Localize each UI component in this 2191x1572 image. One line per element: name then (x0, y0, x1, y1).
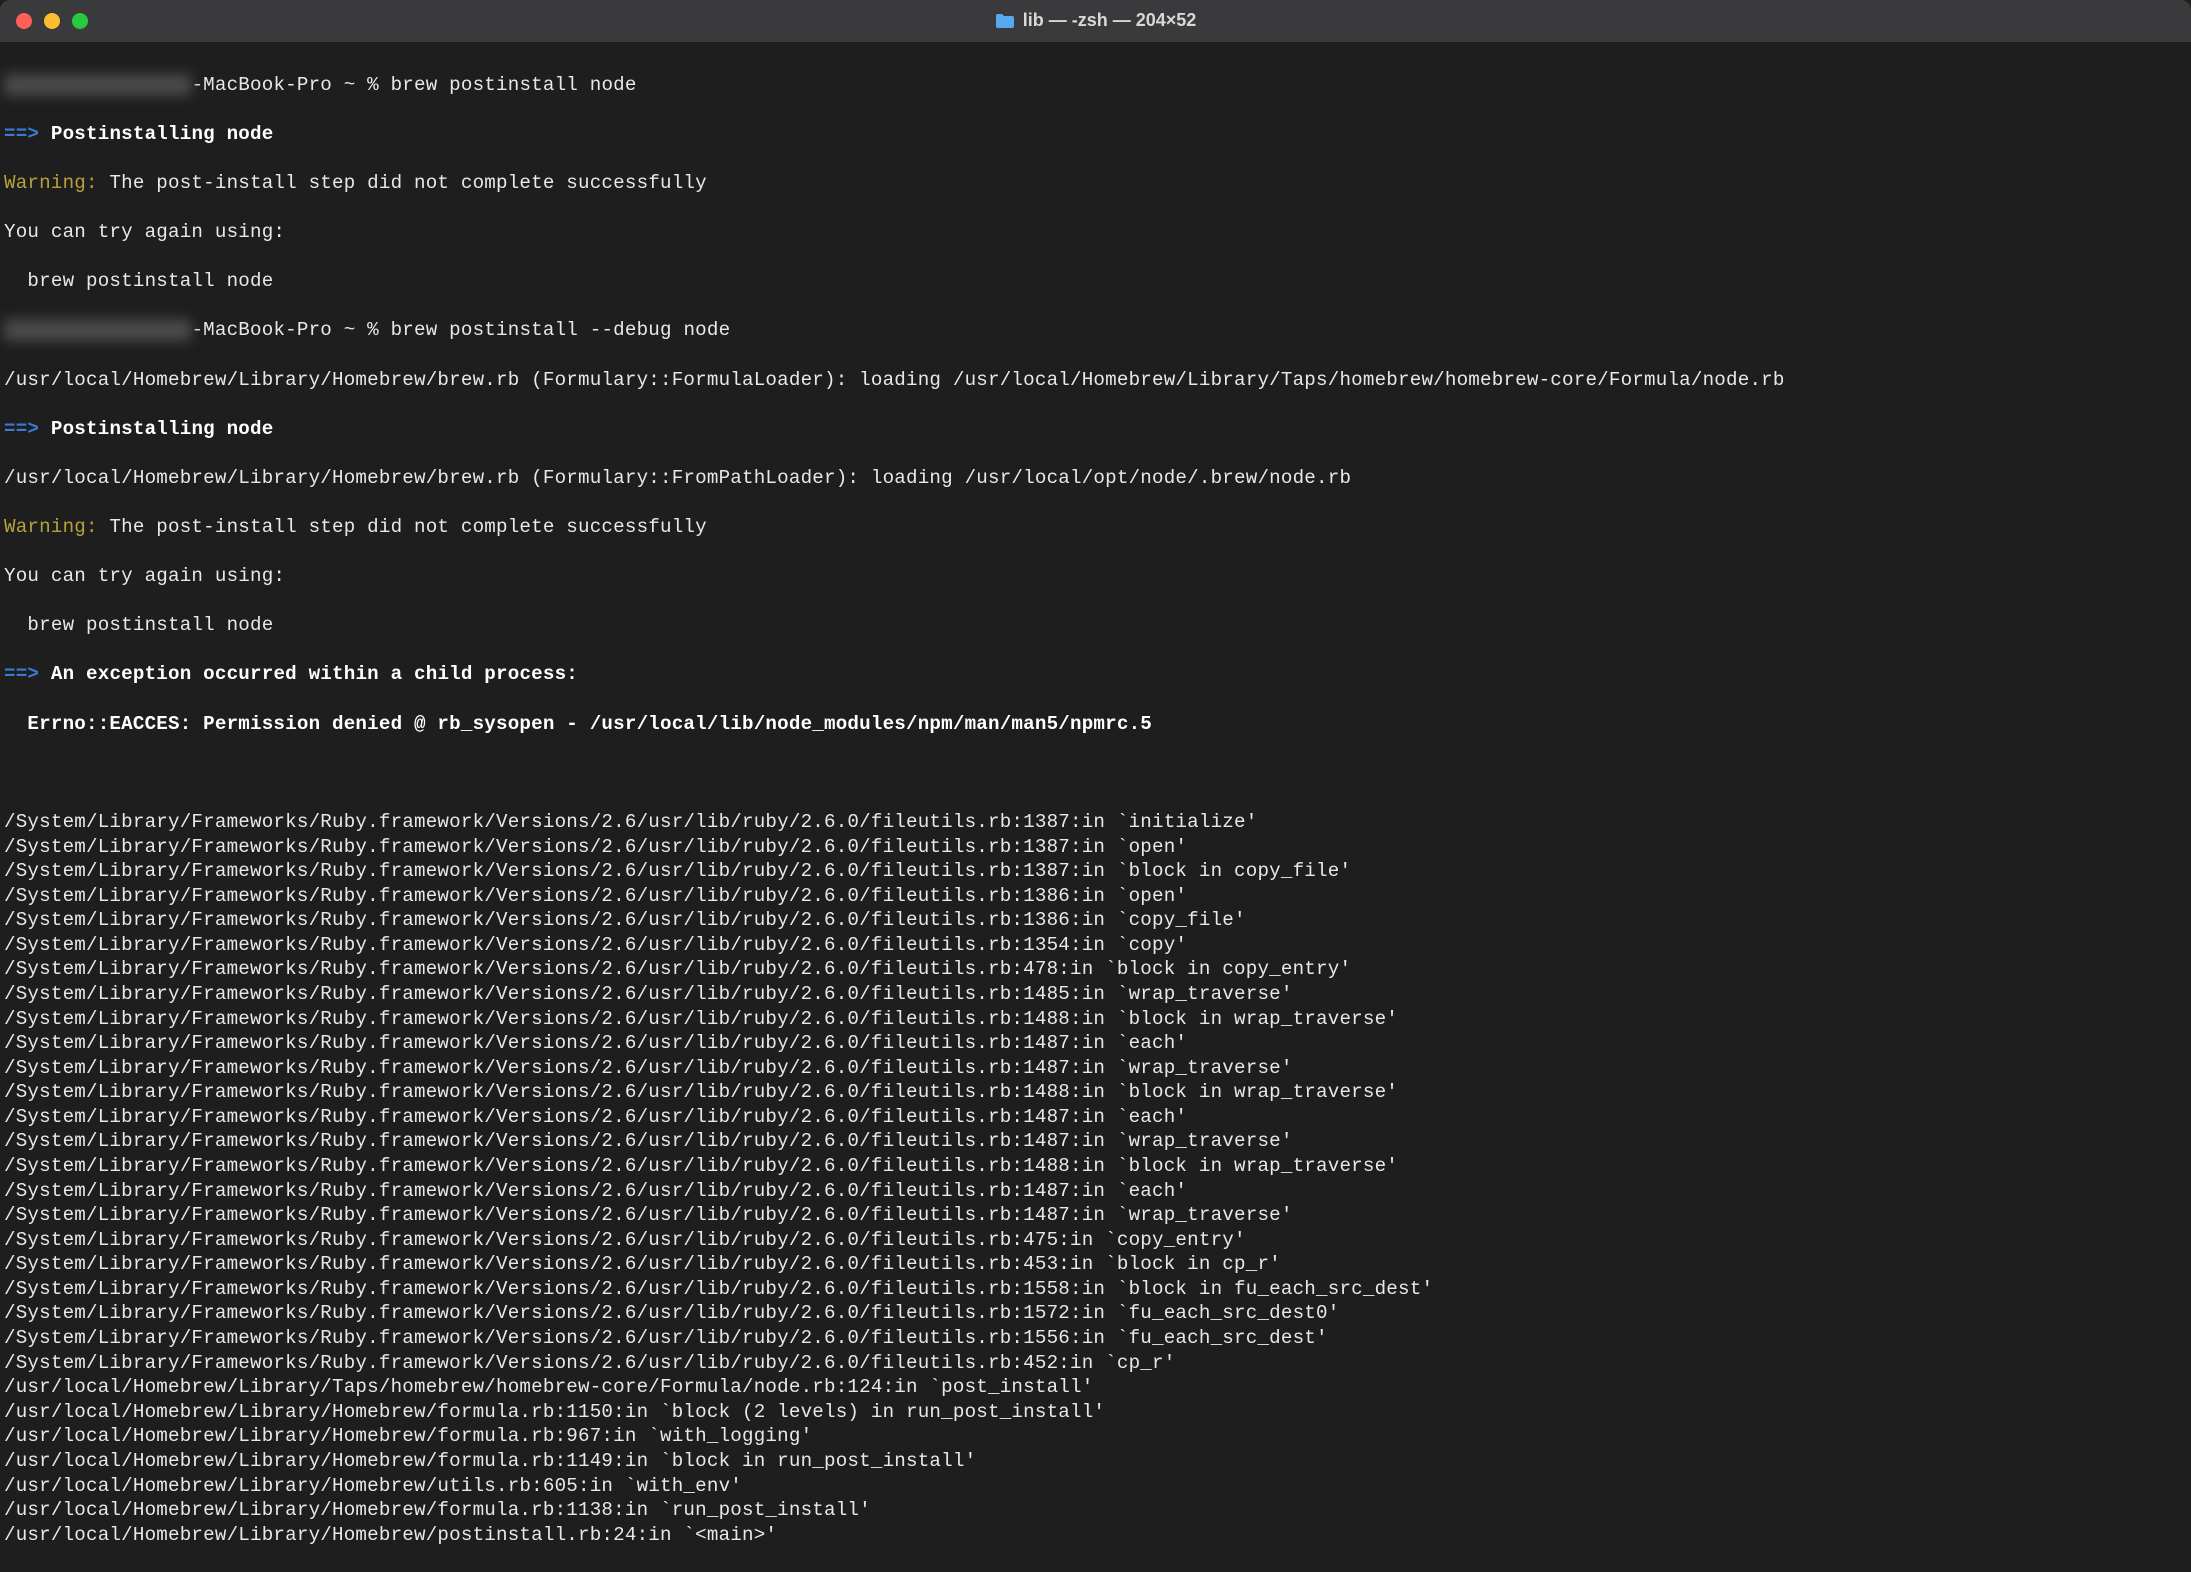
stack-trace-line: /System/Library/Frameworks/Ruby.framewor… (4, 1080, 2187, 1105)
warning-line: Warning: The post-install step did not c… (4, 171, 2187, 196)
warning-label: Warning: (4, 516, 98, 538)
stack-trace-line: /usr/local/Homebrew/Library/Homebrew/uti… (4, 1474, 2187, 1499)
stack-trace-line: /System/Library/Frameworks/Ruby.framewor… (4, 1277, 2187, 1302)
hint-command: brew postinstall node (4, 613, 2187, 638)
window-title-text: lib — -zsh — 204×52 (1023, 9, 1197, 32)
status-line: ==> Postinstalling node (4, 417, 2187, 442)
prompt-line-2: ████████████████-MacBook-Pro ~ % brew po… (4, 318, 2187, 343)
stack-trace-line: /System/Library/Frameworks/Ruby.framewor… (4, 835, 2187, 860)
warning-message: The post-install step did not complete s… (98, 516, 707, 538)
stack-trace: /System/Library/Frameworks/Ruby.framewor… (4, 810, 2187, 1547)
command-text: brew postinstall node (391, 74, 637, 96)
stack-trace-line: /System/Library/Frameworks/Ruby.framewor… (4, 1351, 2187, 1376)
terminal-output[interactable]: ████████████████-MacBook-Pro ~ % brew po… (0, 42, 2191, 1572)
stack-trace-line: /System/Library/Frameworks/Ruby.framewor… (4, 1031, 2187, 1056)
stack-trace-line: /System/Library/Frameworks/Ruby.framewor… (4, 1228, 2187, 1253)
close-button[interactable] (16, 13, 32, 29)
warning-message: The post-install step did not complete s… (98, 172, 707, 194)
window-title: lib — -zsh — 204×52 (0, 9, 2191, 32)
stack-trace-line: /System/Library/Frameworks/Ruby.framewor… (4, 982, 2187, 1007)
loader-line: /usr/local/Homebrew/Library/Homebrew/bre… (4, 466, 2187, 491)
stack-trace-line: /usr/local/Homebrew/Library/Homebrew/for… (4, 1449, 2187, 1474)
stack-trace-line: /System/Library/Frameworks/Ruby.framewor… (4, 884, 2187, 909)
traffic-lights (0, 13, 88, 29)
stack-trace-line: /System/Library/Frameworks/Ruby.framewor… (4, 1056, 2187, 1081)
arrow-icon: ==> (4, 663, 39, 685)
command-text: brew postinstall --debug node (391, 319, 731, 341)
stack-trace-line: /System/Library/Frameworks/Ruby.framewor… (4, 933, 2187, 958)
hint-line: You can try again using: (4, 220, 2187, 245)
stack-trace-line: /System/Library/Frameworks/Ruby.framewor… (4, 1007, 2187, 1032)
arrow-icon: ==> (4, 123, 39, 145)
stack-trace-line: /System/Library/Frameworks/Ruby.framewor… (4, 1179, 2187, 1204)
stack-trace-line: /System/Library/Frameworks/Ruby.framewor… (4, 1326, 2187, 1351)
stack-trace-line: /usr/local/Homebrew/Library/Homebrew/for… (4, 1400, 2187, 1425)
stack-trace-line: /usr/local/Homebrew/Library/Homebrew/pos… (4, 1523, 2187, 1548)
status-postinstalling: Postinstalling node (39, 418, 273, 440)
status-line: ==> Postinstalling node (4, 122, 2187, 147)
stack-trace-line: /System/Library/Frameworks/Ruby.framewor… (4, 1301, 2187, 1326)
hint-line: You can try again using: (4, 564, 2187, 589)
warning-label: Warning: (4, 172, 98, 194)
folder-icon (995, 13, 1015, 29)
stack-trace-line: /usr/local/Homebrew/Library/Homebrew/for… (4, 1498, 2187, 1523)
zoom-button[interactable] (72, 13, 88, 29)
exception-header: An exception occurred within a child pro… (39, 663, 578, 685)
minimize-button[interactable] (44, 13, 60, 29)
window-titlebar: lib — -zsh — 204×52 (0, 0, 2191, 42)
stack-trace-line: /System/Library/Frameworks/Ruby.framewor… (4, 1129, 2187, 1154)
blank-line (4, 761, 2187, 786)
stack-trace-line: /System/Library/Frameworks/Ruby.framewor… (4, 1203, 2187, 1228)
stack-trace-line: /System/Library/Frameworks/Ruby.framewor… (4, 1154, 2187, 1179)
stack-trace-line: /usr/local/Homebrew/Library/Homebrew/for… (4, 1424, 2187, 1449)
arrow-icon: ==> (4, 418, 39, 440)
exception-header-line: ==> An exception occurred within a child… (4, 662, 2187, 687)
stack-trace-line: /System/Library/Frameworks/Ruby.framewor… (4, 1252, 2187, 1277)
hostname-redacted: ████████████████ (4, 74, 191, 96)
prompt-line-1: ████████████████-MacBook-Pro ~ % brew po… (4, 73, 2187, 98)
stack-trace-line: /System/Library/Frameworks/Ruby.framewor… (4, 859, 2187, 884)
stack-trace-line: /System/Library/Frameworks/Ruby.framewor… (4, 810, 2187, 835)
stack-trace-line: /System/Library/Frameworks/Ruby.framewor… (4, 1105, 2187, 1130)
prompt-suffix: -MacBook-Pro ~ % (191, 74, 390, 96)
stack-trace-line: /System/Library/Frameworks/Ruby.framewor… (4, 908, 2187, 933)
status-postinstalling: Postinstalling node (39, 123, 273, 145)
stack-trace-line: /System/Library/Frameworks/Ruby.framewor… (4, 957, 2187, 982)
prompt-suffix: -MacBook-Pro ~ % (191, 319, 390, 341)
stack-trace-line: /usr/local/Homebrew/Library/Taps/homebre… (4, 1375, 2187, 1400)
loader-line: /usr/local/Homebrew/Library/Homebrew/bre… (4, 368, 2187, 393)
hostname-redacted: ████████████████ (4, 319, 191, 341)
hint-command: brew postinstall node (4, 269, 2187, 294)
exception-body: Errno::EACCES: Permission denied @ rb_sy… (4, 712, 2187, 737)
warning-line: Warning: The post-install step did not c… (4, 515, 2187, 540)
